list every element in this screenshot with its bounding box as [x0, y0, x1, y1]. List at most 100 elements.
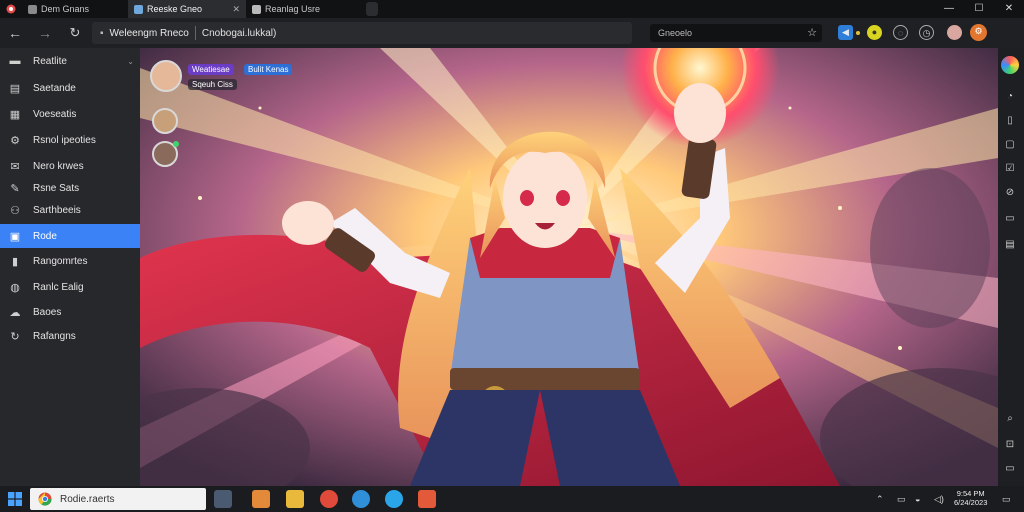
app-red-icon[interactable]	[418, 490, 436, 508]
sidebar-item-11[interactable]: ☁ Baoes	[0, 300, 140, 324]
friend-avatar-1[interactable]	[152, 108, 178, 134]
sidebar-item-12[interactable]: ↻ Rafangns	[0, 324, 140, 348]
edge-icon[interactable]	[385, 490, 403, 508]
tab-3-label: Reanlag Usre	[265, 4, 321, 14]
right-side-rail: ◔ ▯ ▢ ☑ ⊘ ▭ ▤ ⌕ ⊡ ▭	[998, 48, 1024, 486]
search-input[interactable]: Gneoelo ☆	[650, 24, 822, 42]
panel-icon[interactable]: ▭	[1003, 212, 1017, 226]
tab-1[interactable]: Dem Gnans	[22, 0, 122, 18]
maximize-button[interactable]: ☐	[964, 0, 994, 18]
extension-circle-icon[interactable]: ◌	[893, 25, 908, 40]
sidebar-item-3[interactable]: ▦ Voeseatis	[0, 102, 140, 126]
sidebar-item-label: Voeseatis	[33, 108, 77, 120]
reload-icon[interactable]: ↻	[62, 25, 88, 41]
extension-yellow-icon[interactable]: ●	[867, 25, 882, 40]
notification-icon[interactable]: ▭	[1002, 486, 1011, 512]
window-controls: — ☐ ✕	[934, 0, 1024, 18]
profile-badge: Bulit Kenas	[244, 64, 293, 75]
sidebar-item-4[interactable]: ⚙ Rsnol ipeoties	[0, 128, 140, 152]
bookmark-star-icon[interactable]: ☆	[807, 26, 817, 39]
sidebar-item-label: Rode	[33, 230, 57, 242]
gear-icon: ⚙	[10, 134, 20, 147]
close-window-button[interactable]: ✕	[994, 0, 1024, 18]
tab-3[interactable]: Reanlag Usre	[246, 0, 362, 18]
refresh-icon: ↻	[10, 330, 20, 343]
sidebar-item-label: Nero krwes	[33, 160, 84, 172]
chrome-icon	[38, 492, 52, 506]
task-view-icon[interactable]	[214, 490, 232, 508]
sidebar-item-1[interactable]: ▬ Reatlite ⌄	[0, 49, 140, 73]
monitor-icon: ▬	[9, 55, 21, 67]
chat-icon: ✉	[10, 160, 20, 173]
clock-time: 9:54 PM	[956, 489, 985, 498]
copy-icon[interactable]: ▯	[1003, 114, 1017, 128]
sidebar-item-label: Sarthbeeis	[33, 204, 81, 216]
check-icon[interactable]: ☑	[1003, 162, 1017, 176]
sidebar-item-7[interactable]: ⚇ Sarthbeeis	[0, 198, 140, 222]
tray-chevron-icon[interactable]: ⌃	[876, 486, 884, 512]
sidebar-item-label: Reatlite	[33, 55, 67, 67]
sidebar-item-label: Ranlc Ealig	[33, 281, 84, 293]
globe-icon: ◍	[10, 281, 20, 294]
tab-2-label: Reeske Gneo	[147, 4, 203, 14]
sidebar-toggle-icon[interactable]: ▭	[1003, 462, 1017, 476]
divider	[194, 26, 196, 40]
address-path: Cnobogai.lukkal)	[201, 27, 277, 39]
minimize-button[interactable]: —	[934, 0, 964, 18]
extension-blue-icon[interactable]: ◀	[838, 25, 853, 40]
sidebar-item-2[interactable]: ▤ Saetande	[0, 76, 140, 100]
tab-1-label: Dem Gnans	[41, 4, 90, 14]
page-icon	[134, 4, 143, 14]
chrome-taskbar-icon[interactable]	[320, 490, 338, 508]
page-icon	[28, 4, 37, 14]
expand-icon[interactable]: ⊡	[1003, 438, 1017, 452]
sidebar-item-label: Rangomrtes	[33, 255, 88, 267]
browser-menu-icon[interactable]	[0, 0, 22, 18]
sidebar-item-6[interactable]: ✎ Rsne Sats	[0, 176, 140, 200]
address-site: Weleengm Rneco	[109, 27, 189, 39]
color-wheel-icon[interactable]	[1001, 56, 1019, 74]
wifi-icon[interactable]: ◒	[915, 486, 920, 512]
taskbar-search-input[interactable]: Rodie.raerts	[30, 488, 206, 510]
bell-icon[interactable]: ◔	[1003, 90, 1017, 104]
volume-icon[interactable]: ◁)	[934, 486, 944, 512]
forward-arrow-icon[interactable]: →	[32, 25, 58, 41]
main-artwork: Weatiesae Bulit Kenas Sqeuh Ciss	[140, 48, 998, 486]
sidebar-item-label: Rafangns	[33, 330, 76, 342]
app-blue-icon[interactable]	[352, 490, 370, 508]
list-icon: ▤	[9, 82, 21, 95]
browser-toolbar: ← → ↻ ▪ Weleengm Rneco Cnobogai.lukkal) …	[0, 18, 1024, 48]
window-icon[interactable]: ▤	[1003, 238, 1017, 252]
app-orange-icon[interactable]	[252, 490, 270, 508]
clock-date: 6/24/2023	[954, 498, 988, 507]
frame-icon[interactable]: ▢	[1003, 138, 1017, 152]
sidebar-item-8[interactable]: ▣ Rode	[0, 224, 140, 248]
tab-strip: Dem Gnans Reeske Gneo ✕ Reanlag Usre — ☐…	[0, 0, 1024, 18]
link-icon[interactable]: ⊘	[1003, 186, 1017, 200]
settings-icon[interactable]: ⚙	[970, 24, 987, 41]
profile-avatar-large[interactable]	[150, 60, 182, 92]
status-dot-icon	[856, 31, 860, 35]
back-arrow-icon[interactable]: ←	[2, 25, 28, 41]
clock[interactable]: 9:54 PM 6/24/2023	[954, 489, 987, 507]
page-icon	[252, 4, 261, 14]
sidebar-item-label: Baoes	[33, 306, 62, 318]
file-explorer-icon[interactable]	[286, 490, 304, 508]
search-icon[interactable]: ⌕	[1003, 412, 1017, 426]
sidebar-item-9[interactable]: ▮ Rangomrtes	[0, 249, 140, 273]
new-tab-button[interactable]	[366, 2, 378, 16]
history-icon[interactable]: ◷	[919, 25, 934, 40]
sidebar-item-label: Saetande	[33, 82, 76, 94]
sidebar-item-10[interactable]: ◍ Ranlc Ealig	[0, 275, 140, 299]
people-icon: ⚇	[10, 204, 20, 217]
windows-start-icon[interactable]	[8, 492, 22, 506]
profile-avatar[interactable]	[947, 25, 962, 40]
close-tab-icon[interactable]: ✕	[232, 4, 240, 15]
cloud-icon: ☁	[9, 306, 21, 319]
address-bar[interactable]: ▪ Weleengm Rneco Cnobogai.lukkal)	[92, 22, 632, 44]
tab-2[interactable]: Reeske Gneo ✕	[128, 0, 246, 18]
chevron-down-icon[interactable]: ⌄	[127, 57, 134, 66]
sidebar-item-5[interactable]: ✉ Nero krwes	[0, 154, 140, 178]
page-info-icon[interactable]: ▪	[100, 28, 104, 39]
network-icon[interactable]: ▭	[897, 486, 906, 512]
